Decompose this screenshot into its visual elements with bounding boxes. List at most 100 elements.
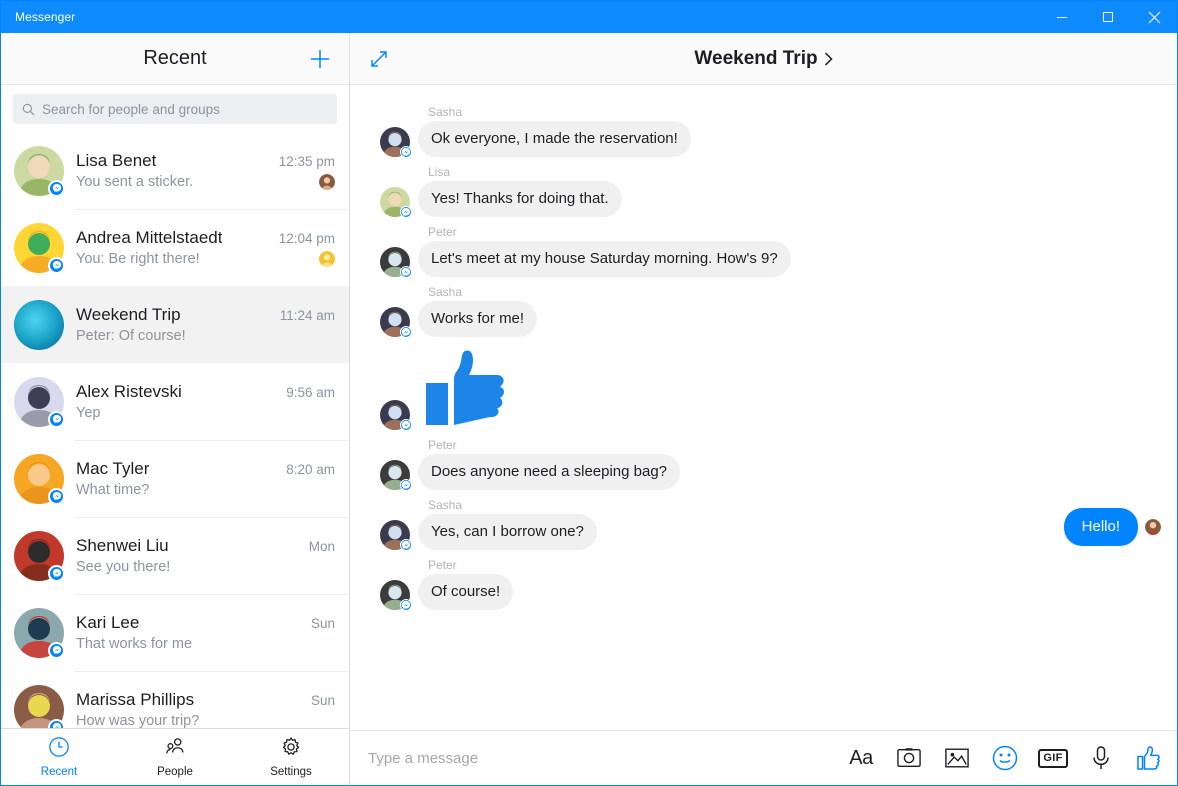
message-bubble[interactable]: Does anyone need a sleeping bag? (418, 453, 681, 490)
conversation-item[interactable]: Marissa Phillips Sun How was your trip? (1, 671, 349, 728)
maximize-button[interactable] (1085, 1, 1131, 33)
camera-button[interactable] (895, 744, 923, 772)
conversation-text: Mac Tyler 8:20 am What time? (76, 459, 335, 498)
outgoing-message-row: Hello! (1063, 508, 1161, 546)
conversation-name: Mac Tyler (76, 459, 150, 478)
avatar (380, 306, 412, 338)
like-button[interactable] (1135, 744, 1163, 772)
message-bubble[interactable]: Ok everyone, I made the reservation! (418, 121, 691, 157)
clock-icon (48, 736, 70, 763)
message-group: Sasha Yes, can I borrow one? (350, 498, 1177, 551)
photo-button[interactable] (943, 744, 971, 772)
message-group: Sasha Works for me! (350, 284, 1177, 338)
read-receipt-avatar (1145, 518, 1161, 535)
messenger-window: Messenger Recent Search for people and g… (0, 0, 1178, 786)
conversation-item[interactable]: Shenwei Liu Mon See you there! (1, 517, 349, 594)
messenger-badge-icon (48, 256, 65, 274)
text-format-button[interactable]: Aa (847, 744, 875, 772)
window-controls (1039, 1, 1177, 33)
messenger-badge-icon (400, 478, 412, 491)
conversation-snippet: See you there! (76, 559, 171, 575)
message-row: Let's meet at my house Saturday morning.… (370, 240, 1159, 278)
message-row: Does anyone need a sleeping bag? (370, 453, 1159, 491)
message-sender: Sasha (428, 105, 463, 119)
avatar (380, 246, 412, 278)
message-sender: Sasha (428, 284, 463, 299)
gif-button[interactable]: GIF (1038, 744, 1068, 772)
sidebar-title: Recent (143, 47, 207, 69)
search-input[interactable] (42, 101, 328, 117)
read-receipt-avatar (319, 174, 335, 190)
messenger-badge-icon (48, 641, 65, 659)
message-bubble[interactable]: Yes, can I borrow one? (418, 513, 597, 550)
message-row: Of course! (370, 573, 1159, 611)
message-bubble[interactable]: Let's meet at my house Saturday morning.… (418, 240, 791, 277)
avatar (14, 222, 65, 274)
conversation-item[interactable]: Mac Tyler 8:20 am What time? (1, 440, 349, 517)
composer: Aa GIF (350, 730, 1177, 785)
conversation-text: Kari Lee Sun That works for me (76, 613, 335, 652)
plus-icon (311, 49, 329, 68)
conversation-snippet: How was your trip? (76, 713, 200, 728)
message-bubble[interactable]: Of course! (418, 573, 514, 610)
message-bubble[interactable]: Yes! Thanks for doing that. (418, 180, 622, 217)
chat-header: Weekend Trip (350, 33, 1177, 85)
conversation-time: Mon (308, 539, 335, 554)
new-message-button[interactable] (305, 44, 335, 74)
avatar (380, 399, 412, 431)
messenger-badge-icon (48, 564, 65, 582)
conversation-text: Shenwei Liu Mon See you there! (76, 536, 335, 575)
message-bubble[interactable]: Works for me! (418, 300, 538, 337)
composer-actions: Aa GIF (833, 744, 1163, 772)
conversation-text: Andrea Mittelstaedt 12:04 pm You: Be right… (76, 228, 335, 267)
outgoing-bubble[interactable]: Hello! (1063, 508, 1138, 546)
conversation-list[interactable]: Lisa Benet 12:35 pm You sent a sticker. And… (1, 132, 349, 728)
conversation-snippet: You: Be right there! (76, 251, 200, 267)
voice-button[interactable] (1087, 744, 1115, 772)
message-group: Lisa Yes! Thanks for doing that. (350, 165, 1177, 218)
window-body: Recent Lisa Benet12:35 pmYou (1, 33, 1177, 785)
expand-button[interactable] (362, 42, 396, 76)
conversation-item[interactable]: Andrea Mittelstaedt 12:04 pm You: Be right… (1, 209, 349, 286)
message-row: Works for me! (370, 300, 1159, 338)
chevron-right-icon (824, 51, 833, 66)
conversation-item[interactable]: Weekend Trip 11:24 am Peter: Of course! (1, 286, 349, 363)
conversation-time: Sun (310, 616, 335, 631)
maximize-icon (1103, 12, 1113, 22)
conversation-item[interactable]: Kari Lee Sun That works for me (1, 594, 349, 671)
sticker-button[interactable] (991, 744, 1019, 772)
people-icon (164, 736, 186, 763)
sidebar-nav-item-settings[interactable]: Settings (233, 729, 349, 785)
message-input[interactable] (354, 749, 833, 767)
conversation-snippet: What time? (76, 482, 150, 498)
conversation-text: Alex Ristevski 9:56 am Yep (76, 382, 335, 421)
chat-pane: Weekend Trip Sasha Ok everyone, I made th… (350, 33, 1177, 785)
avatar (14, 299, 64, 350)
conversation-time: 12:35 pm (278, 154, 335, 169)
sidebar-nav-item-recent[interactable]: Recent (1, 729, 117, 785)
message-row: Yes, can I borrow one? (370, 513, 1159, 551)
avatar (380, 186, 412, 218)
message-sender: Peter (428, 437, 457, 452)
conversation-item[interactable]: Alex Ristevski 9:56 am Yep (1, 363, 349, 440)
thumbs-up-sticker[interactable] (426, 339, 514, 430)
message-row: Yes! Thanks for doing that. (370, 180, 1159, 218)
title-bar: Messenger (1, 1, 1177, 33)
conversation-item[interactable]: Lisa Benet 12:35 pm You sent a sticker. (1, 132, 349, 209)
minimize-button[interactable] (1039, 1, 1085, 33)
conversation-name: Shenwei Liu (76, 536, 169, 555)
search-box[interactable] (13, 94, 337, 124)
messenger-badge-icon (400, 418, 412, 431)
sidebar-nav-item-people[interactable]: People (117, 729, 233, 785)
conversation-name: Kari Lee (76, 613, 140, 632)
messenger-badge-icon (48, 179, 65, 197)
messenger-badge-icon (400, 598, 412, 611)
avatar (380, 519, 412, 551)
conversation-time: 8:20 am (286, 462, 335, 477)
avatar (380, 459, 412, 491)
avatar (14, 607, 65, 659)
message-list[interactable]: Sasha Ok everyone, I made the reservation… (350, 85, 1177, 730)
aa-icon: Aa (849, 746, 873, 769)
close-button[interactable] (1131, 1, 1177, 33)
messenger-badge-icon (48, 718, 65, 728)
